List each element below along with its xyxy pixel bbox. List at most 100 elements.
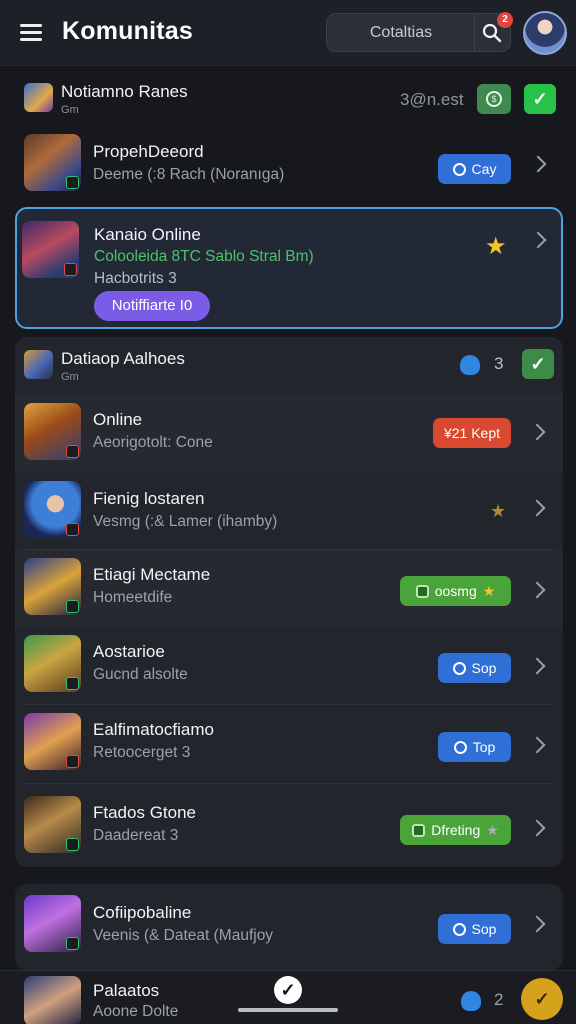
item-thumbnail — [22, 221, 79, 278]
item-thumbnail — [24, 481, 81, 538]
item-subtitle: Daadereat 3 — [93, 827, 179, 844]
item-corner-icon — [66, 677, 79, 690]
item-title: Etiagi Mectame — [93, 565, 211, 584]
item-thumbnail — [24, 976, 81, 1024]
item-thumbnail — [24, 558, 81, 615]
chevron-right-icon[interactable] — [528, 423, 546, 441]
star-icon: ★ — [482, 582, 496, 599]
item-subtitle: Homeetdife — [93, 589, 173, 606]
item-title: Ealfimatocfiamo — [93, 720, 214, 739]
community-group: Datiaop Aalhoes Gm 3 ✓ Online Aeorigotol… — [15, 337, 563, 867]
item-action-button[interactable]: Sop — [438, 653, 511, 683]
item-action-label: ¥21 Kept — [443, 425, 501, 441]
clock-icon — [452, 661, 466, 675]
group-check-button[interactable]: ✓ — [522, 349, 554, 379]
item-action-button[interactable]: oosmg ★ — [400, 576, 511, 606]
list-item[interactable]: PropehDeeord Deeme (:8 Rach (Noranıga) C… — [0, 128, 548, 198]
chevron-right-icon[interactable] — [529, 231, 547, 249]
item-corner-icon — [66, 176, 79, 189]
floating-action-button[interactable]: ✓ — [521, 978, 563, 1020]
group-subtitle: Gm — [61, 371, 79, 383]
item-subtitle: Veenis (& Dateat (Maufjoy — [93, 927, 274, 944]
list-item[interactable]: Aostarioe Gucnd alsolte Sop — [15, 627, 563, 704]
chevron-right-icon[interactable] — [528, 581, 546, 599]
search-box[interactable]: Cotaltias — [326, 13, 511, 52]
star-icon[interactable]: ★ — [490, 499, 506, 523]
item-action-label: oosmg — [434, 583, 477, 599]
bottom-item-title: Palaatos — [93, 981, 160, 1000]
chevron-right-icon[interactable] — [528, 819, 546, 837]
list-item[interactable]: Ealfimatocfiamo Retoocerget 3 Top — [15, 705, 563, 783]
item-subtitle: Colooleida 8TC Sablo Stral Bm) — [94, 248, 314, 265]
item-action-button[interactable]: ¥21 Kept — [433, 418, 511, 448]
thumbs-up-icon[interactable] — [461, 991, 481, 1011]
list-item[interactable]: Cofiipobaline Veenis (& Dateat (Maufjoy … — [15, 884, 563, 970]
tag-icon — [415, 584, 429, 598]
item-corner-icon — [66, 445, 79, 458]
chevron-right-icon[interactable] — [528, 915, 546, 933]
list-item[interactable]: Online Aeorigotolt: Cone ¥21 Kept — [15, 395, 563, 471]
item-thumbnail — [24, 895, 81, 952]
item-action-button[interactable]: Top — [438, 732, 511, 762]
chevron-right-icon[interactable] — [528, 499, 546, 517]
hamburger-menu-icon[interactable] — [18, 22, 46, 44]
search-divider — [474, 14, 475, 51]
item-corner-icon — [64, 263, 77, 276]
search-input[interactable]: Cotaltias — [327, 14, 475, 51]
item-thumbnail — [24, 713, 81, 770]
tag-icon — [412, 823, 426, 837]
item-corner-icon — [66, 523, 79, 536]
community-group: Cofiipobaline Veenis (& Dateat (Maufjoy … — [15, 884, 563, 970]
top-row-title: Notiamno Ranes — [61, 82, 188, 101]
item-action-button[interactable]: Cay — [438, 154, 511, 184]
profile-avatar[interactable] — [523, 11, 567, 55]
item-title: Aostarioe — [93, 642, 165, 661]
item-thumbnail — [24, 635, 81, 692]
item-thumbnail — [24, 403, 81, 460]
item-subtitle: Gucnd alsolte — [93, 666, 188, 683]
page-title: Komunitas — [62, 17, 193, 45]
top-row-right-text: 3@n.est — [400, 90, 464, 109]
item-corner-icon — [66, 600, 79, 613]
item-action-label: Dfreting — [431, 822, 481, 838]
highlighted-item-card[interactable]: Kanaio Online Colooleida 8TC Sablo Stral… — [15, 207, 563, 329]
item-action-button[interactable]: Sop — [438, 914, 511, 944]
confirm-check-button[interactable]: ✓ — [524, 84, 556, 114]
clock-icon — [452, 162, 466, 176]
clock-icon — [452, 922, 466, 936]
chevron-right-icon[interactable] — [528, 657, 546, 675]
item-subtitle: Aeorigotolt: Cone — [93, 434, 213, 451]
item-corner-icon — [66, 755, 79, 768]
star-icon: ★ — [486, 821, 499, 838]
item-corner-icon — [66, 838, 79, 851]
item-meta: Hacbotrits 3 — [94, 270, 177, 287]
notification-badge: 2 — [497, 12, 513, 28]
item-action-label: Top — [472, 739, 496, 755]
list-item[interactable]: Fienig lostaren Vesmg (:& Lamer (ihamby)… — [15, 471, 563, 549]
item-title: Fienig lostaren — [93, 489, 205, 508]
item-title: Ftados Gtone — [93, 803, 197, 822]
item-title: Online — [93, 410, 143, 429]
item-subtitle: Deeme (:8 Rach (Noranıga) — [93, 166, 285, 183]
thumbs-up-icon[interactable] — [460, 355, 480, 375]
coin-button[interactable]: $ — [477, 84, 511, 114]
item-subtitle: Vesmg (:& Lamer (ihamby) — [93, 513, 278, 530]
list-item[interactable]: Etiagi Mectame Homeetdife oosmg ★ — [15, 550, 563, 627]
center-check-icon[interactable]: ✓ — [274, 976, 302, 1004]
item-title: Cofiipobaline — [93, 903, 192, 922]
star-icon[interactable]: ★ — [485, 235, 507, 259]
notification-pill[interactable]: Notiffiarte I0 — [94, 291, 210, 321]
item-action-button[interactable]: Dfreting ★ — [400, 815, 511, 845]
item-title: Kanaio Online — [94, 225, 201, 244]
app-header: Komunitas Cotaltias 2 — [0, 0, 576, 66]
list-item[interactable]: Ftados Gtone Daadereat 3 Dfreting ★ — [15, 784, 563, 864]
bottom-count: 2 — [494, 990, 504, 1009]
group-count: 3 — [494, 354, 504, 373]
item-subtitle: Retoocerget 3 — [93, 744, 191, 761]
top-row-subtitle: Gm — [61, 104, 79, 116]
chevron-right-icon[interactable] — [529, 155, 547, 173]
item-action-label: Sop — [471, 660, 497, 676]
chevron-right-icon[interactable] — [528, 736, 546, 754]
clock-icon — [453, 740, 467, 754]
item-corner-icon — [66, 937, 79, 950]
